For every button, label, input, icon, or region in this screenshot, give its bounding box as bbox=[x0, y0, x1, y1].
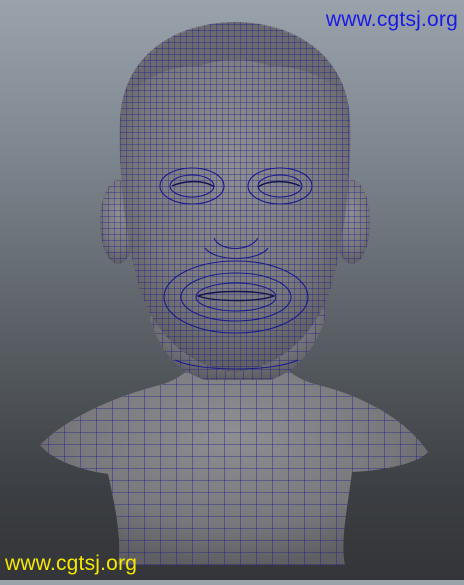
3d-viewport[interactable]: www.cgtsj.org www.cgtsj.org bbox=[0, 0, 464, 580]
head-mesh bbox=[40, 22, 428, 565]
watermark-top: www.cgtsj.org bbox=[325, 8, 458, 31]
watermark-bottom: www.cgtsj.org bbox=[5, 552, 138, 575]
